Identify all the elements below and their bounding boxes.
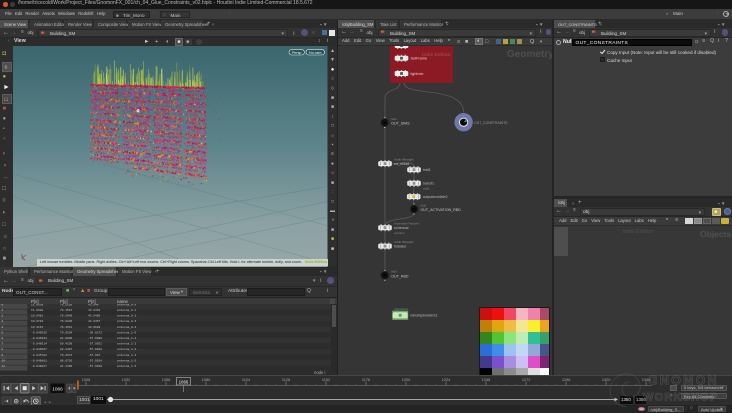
svg-text:OUT_ACTIVATION_RBD: OUT_ACTIVATION_RBD [421, 208, 462, 212]
svg-text:◄ ►: ◄ ► [43, 399, 52, 404]
svg-text:1152: 1152 [322, 378, 330, 382]
svg-text:1200: 1200 [402, 378, 410, 382]
svg-text:GNOMON: GNOMON [648, 374, 719, 388]
svg-text:Attrib Wrangle: Attrib Wrangle [394, 240, 414, 244]
svg-text:WORKSHOP: WORKSHOP [643, 392, 719, 404]
svg-text:Null: Null [391, 117, 397, 121]
svg-text:1272: 1272 [522, 378, 530, 382]
svg-text:1080: 1080 [202, 378, 210, 382]
svg-text:No cam: No cam [309, 51, 321, 55]
svg-text:Null: Null [391, 270, 397, 274]
svg-text:dopimport: dopimport [394, 307, 408, 311]
svg-text:trail1: trail1 [423, 168, 431, 172]
svg-text:1128: 1128 [282, 378, 290, 382]
svg-text:OUT_RBD: OUT_RBD [391, 274, 409, 278]
svg-text:schedual: schedual [394, 226, 409, 230]
svg-text:schum1: schum1 [394, 231, 405, 235]
svg-text:1066: 1066 [52, 386, 63, 392]
svg-text:transf1: transf1 [423, 182, 434, 186]
svg-text:lightmix: lightmix [411, 72, 424, 76]
svg-text:Assemble Packed: Assemble Packed [394, 222, 419, 226]
svg-text:Null: Null [421, 203, 427, 207]
svg-text:ed_r05ad: ed_r05ad [394, 162, 409, 166]
svg-text:1032: 1032 [122, 378, 130, 382]
svg-text:null1: null1 [423, 187, 430, 191]
svg-text:1176: 1176 [362, 378, 370, 382]
svg-text:1224: 1224 [442, 378, 450, 382]
svg-text:outputcrumble2: outputcrumble2 [423, 195, 448, 199]
svg-text:OUT_CONSTRAINTS: OUT_CONSTRAINTS [474, 121, 508, 125]
svg-text:Attrib Wrangle: Attrib Wrangle [394, 157, 414, 161]
svg-text:1296: 1296 [562, 378, 570, 382]
svg-text:rebuildpbuilders1: rebuildpbuilders1 [410, 314, 437, 318]
svg-text:Indie Edition: Indie Edition [422, 52, 451, 58]
svg-text:OUT_SIMS: OUT_SIMS [391, 122, 410, 126]
svg-text:fullcalor: fullcalor [394, 245, 407, 249]
svg-text:1104: 1104 [242, 378, 250, 382]
svg-text:1248: 1248 [482, 378, 490, 382]
svg-text:1056: 1056 [162, 378, 170, 382]
svg-text:1066: 1066 [179, 379, 189, 384]
svg-text:Persp: Persp [292, 51, 301, 55]
